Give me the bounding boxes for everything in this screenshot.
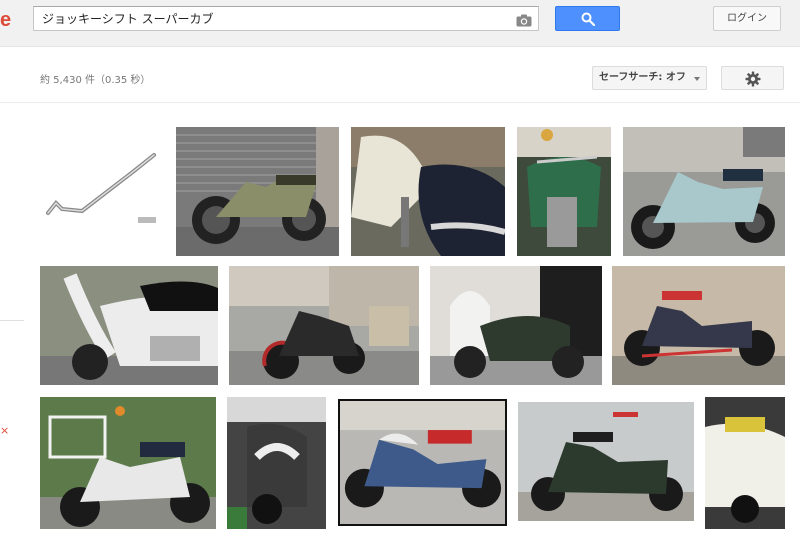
image-result[interactable] bbox=[40, 397, 216, 529]
google-logo-fragment[interactable]: e bbox=[0, 9, 11, 32]
image-result[interactable] bbox=[42, 149, 160, 229]
image-result[interactable] bbox=[518, 402, 694, 521]
image-result[interactable] bbox=[227, 397, 326, 529]
safesearch-dropdown[interactable]: セーフサーチ: オフ bbox=[592, 66, 707, 90]
image-result[interactable] bbox=[612, 266, 785, 385]
image-result[interactable] bbox=[229, 266, 419, 385]
image-result-selected[interactable] bbox=[338, 399, 507, 526]
image-result[interactable] bbox=[705, 397, 785, 529]
chevron-down-icon bbox=[694, 77, 700, 81]
gear-icon bbox=[745, 71, 761, 87]
search-box[interactable] bbox=[33, 6, 539, 31]
results-count: 約 5,430 件（0.35 秒） bbox=[40, 75, 151, 86]
image-result[interactable] bbox=[623, 127, 785, 256]
image-result[interactable] bbox=[430, 266, 602, 385]
search-input[interactable] bbox=[34, 7, 520, 30]
login-button[interactable]: ログイン bbox=[713, 6, 781, 31]
image-result[interactable] bbox=[517, 127, 611, 256]
left-sidebar-rule bbox=[0, 320, 24, 321]
safesearch-label: セーフサーチ: オフ bbox=[599, 72, 686, 83]
image-result[interactable] bbox=[40, 266, 218, 385]
image-result[interactable] bbox=[351, 127, 505, 256]
settings-button[interactable] bbox=[721, 66, 784, 90]
camera-icon[interactable] bbox=[516, 12, 532, 27]
search-button[interactable] bbox=[555, 6, 620, 31]
divider bbox=[0, 102, 800, 103]
search-icon bbox=[581, 12, 595, 26]
image-result[interactable] bbox=[176, 127, 339, 256]
left-sidebar-mark: × bbox=[0, 424, 10, 437]
top-bar: e ログイン bbox=[0, 0, 800, 47]
